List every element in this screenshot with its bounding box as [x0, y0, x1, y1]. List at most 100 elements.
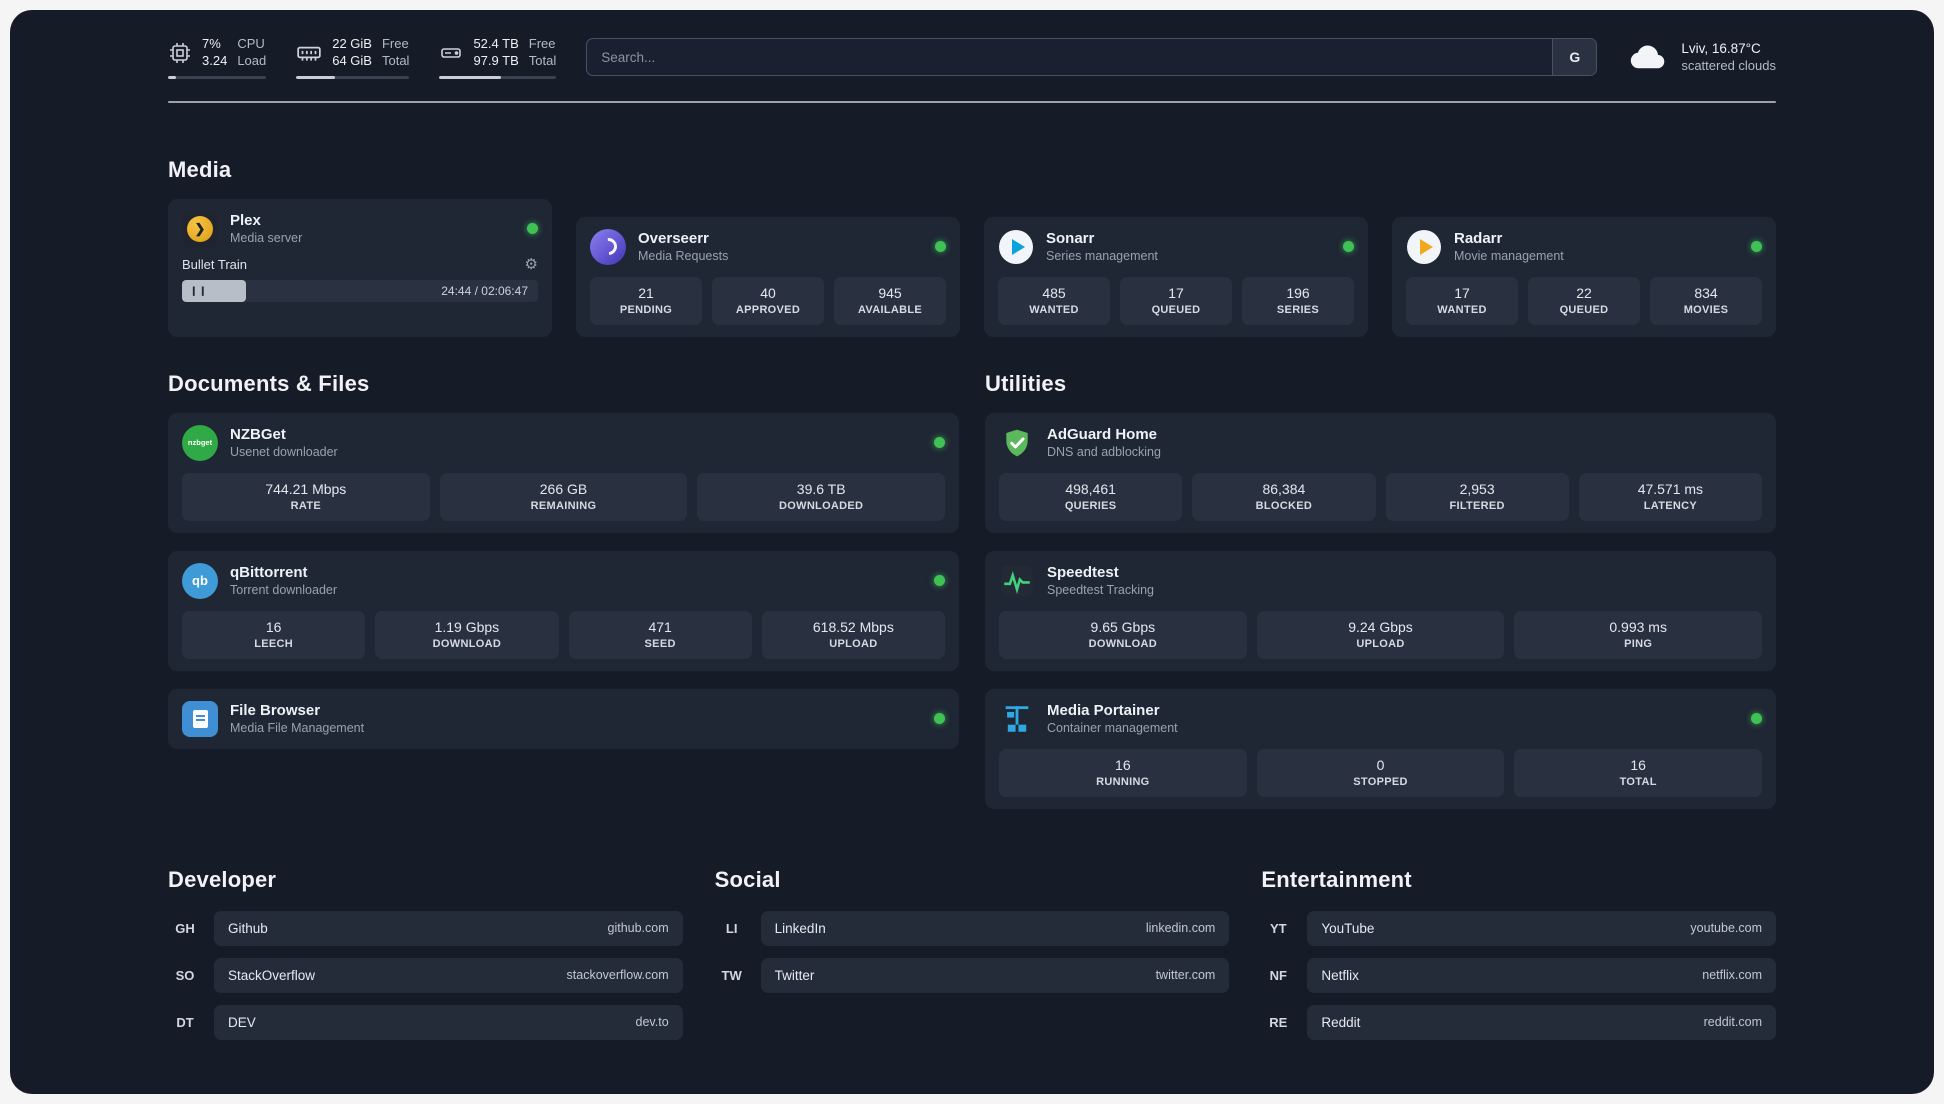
ram-total: 64 GiB: [332, 52, 372, 68]
stat-queries: 498,461 QUERIES: [999, 472, 1183, 521]
app-name: Plex: [230, 212, 261, 230]
app-name: File Browser: [230, 702, 321, 720]
ram-icon: [296, 40, 322, 66]
status-dot: [527, 223, 538, 235]
bookmark-abbr: DT: [176, 1014, 194, 1030]
system-stats: 7% 3.24 CPU Load 22 GiB 64 GiB Free Tota…: [168, 36, 557, 79]
disk-label2: Total: [528, 52, 557, 68]
bookmark-abbr: YT: [1270, 920, 1287, 936]
bookmark-row: NF Netflix netflix.com: [1261, 957, 1776, 993]
stat-queued: 17 QUEUED: [1120, 276, 1232, 325]
stat-rate: 744.21 Mbps RATE: [182, 472, 430, 521]
bookmark-row: LI LinkedIn linkedin.com: [715, 910, 1230, 946]
bookmark-twitter[interactable]: Twitter twitter.com: [760, 957, 1230, 993]
status-dot: [1751, 713, 1762, 725]
app-name: NZBGet: [230, 426, 286, 444]
bookmark-youtube[interactable]: YouTube youtube.com: [1307, 910, 1776, 946]
documents-column: Documents & Files nzbget NZBGet Usenet d…: [168, 371, 959, 809]
search-engine-button[interactable]: G: [1552, 39, 1597, 76]
section-title-developer: Developer: [168, 866, 277, 892]
stat-series: 196 SERIES: [1242, 276, 1354, 325]
status-dot: [935, 241, 946, 253]
radarr-icon: [1406, 229, 1442, 265]
search-bar: G: [586, 38, 1598, 77]
app-name: Overseerr: [638, 230, 709, 248]
app-name: Speedtest: [1047, 564, 1119, 582]
app-card-overseerr[interactable]: Overseerr Media Requests 21 PENDING 40 A…: [576, 216, 960, 337]
bookmark-netflix[interactable]: Netflix netflix.com: [1307, 957, 1776, 993]
pause-icon[interactable]: ❙❙: [190, 285, 208, 296]
app-desc: Media File Management: [230, 721, 365, 736]
bookmark-row: GH Github github.com: [168, 910, 683, 946]
cpu-label: CPU: [237, 36, 265, 51]
now-playing-title: Bullet Train: [182, 256, 248, 272]
app-desc: Series management: [1046, 249, 1158, 264]
stat-filtered: 2,953 FILTERED: [1385, 472, 1569, 521]
bookmark-github[interactable]: Github github.com: [214, 910, 683, 946]
media-grid: ❯ Plex Media server Bullet Train ⚙ ❙❙ 24…: [168, 198, 1776, 337]
status-dot: [1343, 241, 1354, 253]
app-desc: Container management: [1047, 721, 1178, 736]
cpu-stat: 7% 3.24 CPU Load: [168, 36, 267, 79]
nzbget-icon: nzbget: [182, 424, 218, 461]
stat-movies: 834 MOVIES: [1650, 276, 1762, 325]
app-desc: Media Requests: [638, 249, 729, 264]
bookmark-reddit[interactable]: Reddit reddit.com: [1307, 1004, 1776, 1040]
app-card-filebrowser[interactable]: File Browser Media File Management: [168, 688, 959, 749]
app-name: Radarr: [1454, 230, 1503, 248]
app-card-adguard[interactable]: AdGuard Home DNS and adblocking 498,461 …: [985, 412, 1776, 533]
section-title-entertainment: Entertainment: [1261, 866, 1412, 892]
cpu-percent: 7%: [202, 36, 221, 51]
stat-wanted: 485 WANTED: [998, 276, 1110, 325]
adguard-icon: [999, 425, 1035, 461]
stat-seed: 471 SEED: [568, 610, 752, 659]
search-input[interactable]: [587, 39, 1553, 76]
topbar-divider: [168, 100, 1776, 103]
section-title-utilities: Utilities: [985, 370, 1067, 396]
qbittorrent-icon: qb: [182, 562, 218, 599]
playback-time: 24:44 / 02:06:47: [441, 283, 528, 298]
disk-icon: [439, 41, 463, 65]
app-card-plex[interactable]: ❯ Plex Media server Bullet Train ⚙ ❙❙ 24…: [168, 198, 552, 337]
app-card-nzbget[interactable]: nzbget NZBGet Usenet downloader 744.21 M…: [168, 412, 959, 533]
weather-widget[interactable]: Lviv, 16.87°C scattered clouds: [1627, 39, 1776, 75]
portainer-icon: [999, 701, 1035, 737]
stat-running: 16 RUNNING: [999, 748, 1247, 797]
middle-grid: Documents & Files nzbget NZBGet Usenet d…: [168, 371, 1776, 809]
section-title-social: Social: [714, 866, 781, 892]
bookmark-row: RE Reddit reddit.com: [1261, 1004, 1776, 1040]
status-dot: [934, 437, 945, 449]
stat-upload: 9.24 Gbps UPLOAD: [1256, 610, 1505, 659]
stat-approved: 40 APPROVED: [712, 276, 824, 325]
utilities-column: Utilities AdGuard Home DNS and adblockin…: [985, 371, 1776, 809]
stat-latency: 47.571 ms LATENCY: [1578, 472, 1762, 521]
bookmark-row: DT DEV dev.to: [168, 1004, 683, 1040]
stat-ping: 0.993 ms PING: [1514, 610, 1763, 659]
bookmark-abbr: RE: [1269, 1014, 1288, 1030]
app-card-radarr[interactable]: Radarr Movie management 17 WANTED 22 QUE…: [1392, 216, 1776, 337]
stat-blocked: 86,384 BLOCKED: [1192, 472, 1376, 521]
bookmarks-developer: Developer GH Github github.com SO StackO…: [168, 867, 683, 1052]
app-card-portainer[interactable]: Media Portainer Container management 16 …: [985, 688, 1776, 809]
bookmarks-entertainment: Entertainment YT YouTube youtube.com NF …: [1261, 867, 1776, 1052]
app-desc: Speedtest Tracking: [1047, 583, 1155, 598]
app-card-speedtest[interactable]: Speedtest Speedtest Tracking 9.65 Gbps D…: [985, 550, 1776, 671]
playback-progress-bar[interactable]: ❙❙ 24:44 / 02:06:47: [182, 279, 538, 302]
gear-icon[interactable]: ⚙: [525, 257, 538, 272]
bookmark-abbr: LI: [725, 920, 738, 936]
app-card-sonarr[interactable]: Sonarr Series management 485 WANTED 17 Q…: [984, 216, 1368, 337]
stat-total: 16 TOTAL: [1514, 748, 1763, 797]
stat-remaining: 266 GB REMAINING: [439, 472, 688, 521]
bookmark-row: TW Twitter twitter.com: [715, 957, 1230, 993]
app-desc: Usenet downloader: [230, 445, 338, 460]
bookmark-dev[interactable]: DEV dev.to: [214, 1004, 683, 1040]
disk-free: 52.4 TB: [473, 36, 519, 51]
stat-download: 9.65 Gbps DOWNLOAD: [999, 610, 1247, 659]
bookmark-stackoverflow[interactable]: StackOverflow stackoverflow.com: [214, 957, 683, 993]
app-desc: Movie management: [1454, 249, 1564, 264]
topbar: 7% 3.24 CPU Load 22 GiB 64 GiB Free Tota…: [168, 36, 1776, 79]
stat-wanted: 17 WANTED: [1406, 276, 1518, 325]
section-title-documents: Documents & Files: [168, 370, 370, 396]
bookmark-linkedin[interactable]: LinkedIn linkedin.com: [760, 910, 1230, 946]
app-card-qbittorrent[interactable]: qb qBittorrent Torrent downloader 16 LEE…: [168, 550, 959, 671]
